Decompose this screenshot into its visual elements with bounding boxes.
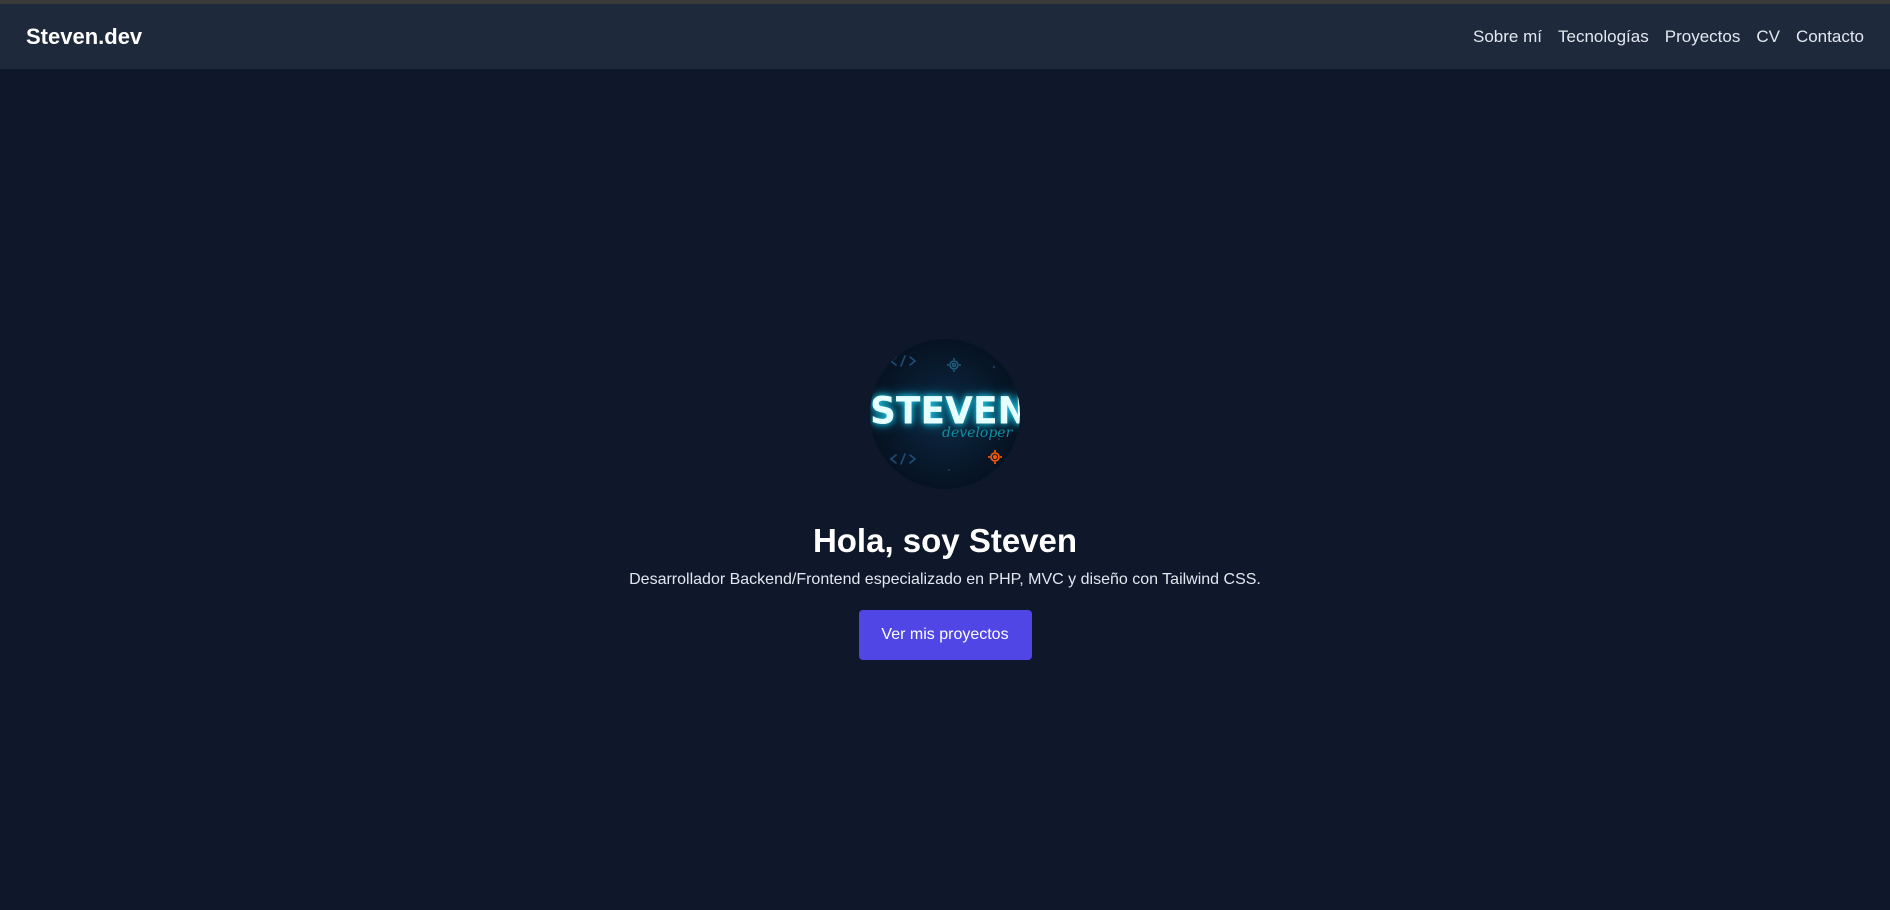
hero-subtitle: Desarrollador Backend/Frontend especiali… bbox=[629, 570, 1261, 588]
gear-icon bbox=[988, 450, 1002, 464]
nav-link-contacto[interactable]: Contacto bbox=[1796, 27, 1864, 47]
logo-subtext: developer bbox=[942, 425, 1013, 441]
nav-link-sobre-mi[interactable]: Sobre mí bbox=[1473, 27, 1542, 47]
nav-links: Sobre mí Tecnologías Proyectos CV Contac… bbox=[1473, 27, 1864, 47]
hero-section: STEVEN developer Hola, soy Steven Desarr… bbox=[0, 69, 1890, 910]
avatar: STEVEN developer bbox=[870, 339, 1020, 489]
gear-icon bbox=[947, 358, 961, 372]
view-projects-button[interactable]: Ver mis proyectos bbox=[858, 609, 1032, 660]
navbar: Steven.dev Sobre mí Tecnologías Proyecto… bbox=[0, 4, 1890, 69]
code-icon bbox=[889, 453, 917, 465]
brand-logo-link[interactable]: Steven.dev bbox=[26, 24, 142, 50]
nav-link-cv[interactable]: CV bbox=[1756, 27, 1780, 47]
hero-title: Hola, soy Steven bbox=[812, 522, 1078, 559]
nav-link-tecnologias[interactable]: Tecnologías bbox=[1558, 27, 1649, 47]
code-icon bbox=[889, 355, 917, 367]
nav-link-proyectos[interactable]: Proyectos bbox=[1665, 27, 1741, 47]
